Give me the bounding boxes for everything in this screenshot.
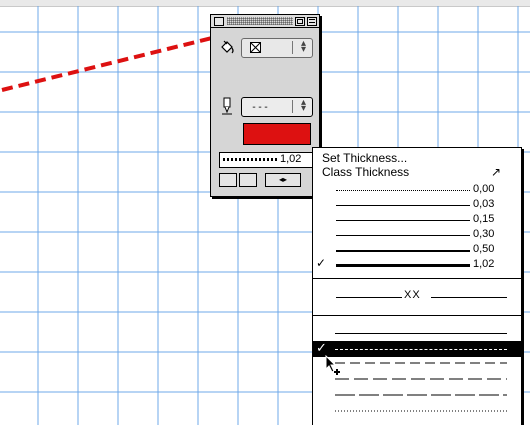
popup-divider bbox=[292, 100, 293, 113]
palette-drag-area[interactable] bbox=[227, 17, 293, 25]
popup-arrows-icon: ▴ ▾ bbox=[300, 38, 306, 55]
arrowhead-end-button[interactable] bbox=[239, 173, 257, 187]
menu-item-dash-longer[interactable] bbox=[313, 389, 521, 405]
paint-bucket-icon bbox=[221, 40, 234, 54]
popup-arrows-icon: ▴ ▾ bbox=[300, 97, 306, 114]
popup-divider bbox=[292, 41, 293, 54]
thickness-label: 0,03 bbox=[473, 198, 495, 210]
menu-item-thickness-4[interactable]: 0,50 bbox=[313, 243, 521, 257]
dash-line bbox=[335, 378, 507, 380]
pen-icon bbox=[222, 97, 232, 115]
thickness-menu[interactable]: Set Thickness... Class Thickness ↗ 0,00 … bbox=[312, 147, 522, 425]
xx-label: XX bbox=[404, 289, 421, 301]
class-link-icon: ↗ bbox=[491, 165, 502, 179]
thickness-label: 0,50 bbox=[473, 243, 495, 255]
dash-line bbox=[335, 362, 507, 364]
drawing-canvas[interactable]: ▴ ▾ --- ▴ ▾ 1,02 ◂▸ Set Thickness... Class… bbox=[0, 0, 530, 425]
thickness-label: 1,02 bbox=[473, 258, 495, 270]
thickness-line bbox=[336, 220, 470, 221]
arrow-style-button[interactable]: ◂▸ bbox=[265, 173, 301, 187]
menu-item-thickness-0[interactable]: 0,00 bbox=[313, 183, 521, 197]
menu-item-dash-solid[interactable] bbox=[313, 325, 521, 341]
palette-title-bar[interactable] bbox=[211, 15, 319, 28]
arrow-cursor-icon bbox=[325, 355, 340, 375]
menu-item-dash-dotted[interactable] bbox=[313, 405, 521, 421]
thickness-line bbox=[336, 235, 470, 236]
line-thickness-popup[interactable]: 1,02 bbox=[219, 152, 321, 168]
thickness-line bbox=[336, 250, 470, 252]
dash-line bbox=[335, 410, 507, 412]
thickness-label: 0,30 bbox=[473, 228, 495, 240]
thickness-label: 0,15 bbox=[473, 213, 495, 225]
thickness-preview bbox=[223, 158, 279, 161]
attributes-palette[interactable]: ▴ ▾ --- ▴ ▾ 1,02 ◂▸ bbox=[210, 14, 321, 197]
checkmark-icon: ✓ bbox=[316, 340, 327, 355]
xx-line-left bbox=[336, 297, 402, 298]
dash-line bbox=[335, 394, 507, 396]
palette-zoom-box[interactable] bbox=[295, 17, 305, 26]
menu-item-thickness-1[interactable]: 0,03 bbox=[313, 198, 521, 212]
pen-style-value: --- bbox=[251, 102, 270, 113]
thickness-line bbox=[336, 264, 470, 267]
menu-item-thickness-5[interactable]: ✓ 1,02 bbox=[313, 256, 521, 272]
fill-style-popup[interactable]: ▴ ▾ bbox=[241, 38, 313, 58]
menu-item-class-thickness[interactable]: Class Thickness bbox=[322, 165, 409, 179]
menu-separator bbox=[313, 278, 521, 279]
menu-item-set-thickness[interactable]: Set Thickness... bbox=[322, 151, 407, 165]
thickness-line bbox=[336, 190, 470, 191]
menu-item-xx[interactable]: XX bbox=[313, 289, 521, 304]
menu-separator bbox=[313, 315, 521, 316]
thickness-label: 0,00 bbox=[473, 183, 495, 195]
thickness-value: 1,02 bbox=[280, 153, 302, 165]
checkmark-icon: ✓ bbox=[316, 256, 327, 270]
xx-line-right bbox=[431, 297, 507, 298]
pen-color-swatch[interactable] bbox=[243, 123, 311, 145]
no-fill-icon bbox=[250, 42, 261, 53]
palette-collapse-box[interactable] bbox=[307, 17, 317, 26]
palette-close-box[interactable] bbox=[214, 17, 224, 26]
thickness-line bbox=[336, 205, 470, 206]
menu-item-thickness-3[interactable]: 0,30 bbox=[313, 228, 521, 242]
menu-item-thickness-2[interactable]: 0,15 bbox=[313, 213, 521, 227]
dash-line bbox=[335, 333, 507, 334]
pen-style-popup[interactable]: --- ▴ ▾ bbox=[241, 97, 313, 117]
dash-line bbox=[335, 349, 507, 350]
arrowhead-start-button[interactable] bbox=[219, 173, 237, 187]
